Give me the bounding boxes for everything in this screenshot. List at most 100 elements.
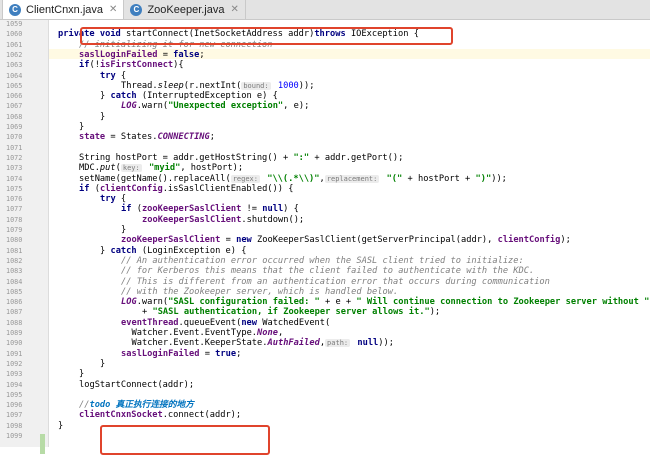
close-icon[interactable]: ✕ — [231, 4, 239, 15]
code-text: Thread.sleep(r.nextInt(bound: 1000)); — [121, 81, 314, 91]
code-line[interactable]: 1098} — [0, 421, 650, 431]
code-line[interactable]: 1081} catch (LoginException e) { — [0, 246, 650, 256]
code-text: } — [100, 359, 105, 369]
close-icon[interactable]: ✕ — [109, 4, 117, 15]
code-token: , — [319, 173, 325, 184]
code-line[interactable]: 1076 try { — [0, 194, 650, 204]
code-token: zooKeeperSaslClient — [142, 214, 242, 225]
highlight-box-startconnect — [80, 27, 453, 45]
code-token: Watcher.Event.KeeperState. — [131, 338, 268, 349]
code-token: ; — [236, 348, 242, 359]
code-line[interactable]: 1091 saslLoginFailed = true; — [0, 349, 650, 359]
code-token: + hostPort + — [402, 173, 476, 184]
code-token: LOG — [121, 101, 137, 112]
line-number: 1099 — [6, 432, 23, 440]
code-line[interactable]: 1097 clientCnxnSocket.connect(addr); — [0, 410, 650, 420]
line-number: 1060 — [6, 30, 23, 39]
code-line[interactable]: 1073 MDC.put(key: "myid", hostPort); — [0, 163, 650, 173]
code-line[interactable]: 1096 //todo 真正执行连接的地方 — [0, 400, 650, 410]
code-line[interactable]: 1067 LOG.warn("Unexpected exception", e); — [0, 101, 650, 111]
code-line[interactable]: 1074 setName(getName().replaceAll(regex: … — [0, 174, 650, 184]
code-token: // An authentication error occurred when… — [121, 255, 524, 266]
code-text: } — [121, 225, 126, 235]
code-token: put — [99, 163, 116, 174]
code-text: setName(getName().replaceAll(regex: "\\(… — [79, 174, 507, 184]
code-text: zooKeeperSaslClient = new ZooKeeperSaslC… — [121, 235, 571, 245]
line-number: 1072 — [6, 153, 23, 162]
code-token: try — [100, 70, 116, 81]
code-token: // — [79, 400, 90, 411]
code-token: (LoginException e) { — [136, 245, 247, 256]
code-token: if — [79, 183, 90, 194]
code-line[interactable]: 1099 — [0, 431, 650, 441]
line-number: 1085 — [6, 287, 23, 296]
code-token: ){ — [173, 60, 184, 71]
code-line[interactable]: 1078 zooKeeperSaslClient.shutdown(); — [0, 215, 650, 225]
code-line[interactable]: 1082 // An authentication error occurred … — [0, 256, 650, 266]
code-line[interactable]: 1065 Thread.sleep(r.nextInt(bound: 1000))… — [0, 81, 650, 91]
code-line[interactable]: 1085 // with the Zookeeper server, which … — [0, 287, 650, 297]
code-token: "(" — [386, 173, 403, 184]
code-token: + addr.getPort(); — [309, 152, 404, 163]
code-line[interactable]: 1084 // This is different from an authent… — [0, 277, 650, 287]
code-text: try { — [100, 194, 126, 204]
highlight-box-connect — [100, 425, 270, 455]
code-editor[interactable]: 1059 1060 private void startConnect(InetSo… — [0, 20, 650, 455]
code-token: } — [79, 369, 85, 380]
code-text: state = States.CONNECTING; — [79, 132, 215, 142]
code-token: , — [277, 328, 284, 338]
code-line[interactable]: 1063 if(!isFirstConnect){ — [0, 60, 650, 70]
code-line[interactable]: 1088 eventThread.queueEvent(new WatchedEv… — [0, 318, 650, 328]
code-line[interactable]: 1087 + "SASL authentication, if Zookeeper… — [0, 307, 650, 317]
code-line[interactable]: 1069} — [0, 122, 650, 132]
code-token: } — [79, 122, 85, 132]
code-token: ) { — [283, 204, 299, 215]
code-token: } — [100, 245, 111, 256]
code-text: LOG.warn("Unexpected exception", e); — [121, 101, 309, 111]
code-line[interactable]: 1090 Watcher.Event.KeeperState.AuthFailed… — [0, 338, 650, 348]
line-number: 1063 — [6, 61, 23, 70]
code-line[interactable]: 1070 state = States.CONNECTING; — [0, 132, 650, 142]
line-number: 1096 — [6, 401, 23, 410]
code-line[interactable]: 1077 if (zooKeeperSaslClient != null) { — [0, 204, 650, 214]
parameter-hint: key: — [120, 164, 142, 173]
code-line[interactable]: 1068} — [0, 112, 650, 122]
code-line[interactable]: 1089 Watcher.Event.EventType.None, — [0, 328, 650, 338]
parameter-hint: bound: — [241, 81, 271, 90]
code-text: Watcher.Event.EventType.None, — [132, 328, 284, 338]
code-token: 真正执行连接的地方 — [110, 400, 194, 411]
code-line[interactable]: 1092} — [0, 359, 650, 369]
tab-clientcnxn[interactable]: C ClientCnxn.java ✕ — [2, 0, 125, 19]
code-line[interactable]: 1079} — [0, 225, 650, 235]
code-token: "Unexpected exception" — [168, 101, 284, 112]
code-line[interactable]: 1064 try { — [0, 71, 650, 81]
tab-zookeeper[interactable]: C ZooKeeper.java ✕ — [124, 0, 246, 19]
code-token: if — [79, 60, 90, 71]
code-line[interactable]: 1094 logStartConnect(addr); — [0, 380, 650, 390]
line-number: 1084 — [6, 277, 23, 286]
code-line[interactable]: 1066} catch (InterruptedException e) { — [0, 91, 650, 101]
code-line[interactable]: 1071 — [0, 143, 650, 153]
code-line[interactable]: 1095 — [0, 390, 650, 400]
code-line[interactable]: 1083 // for Kerberos this means that the … — [0, 266, 650, 276]
code-token: Thread. — [121, 80, 158, 91]
code-text: zooKeeperSaslClient.shutdown(); — [142, 215, 304, 225]
code-line[interactable]: 1086 LOG.warn("SASL configuration failed:… — [0, 297, 650, 307]
code-line[interactable]: 1072 String hostPort = addr.getHostString… — [0, 153, 650, 163]
line-number: 1088 — [6, 318, 23, 327]
code-line[interactable]: 1075 if (clientConfig.isSaslClientEnabled… — [0, 184, 650, 194]
code-line[interactable]: 1093} — [0, 369, 650, 379]
code-text: if (clientConfig.isSaslClientEnabled()) … — [79, 184, 293, 194]
code-token: ZooKeeperSaslClient(getServerPrincipal(a… — [251, 235, 498, 246]
line-number: 1066 — [6, 92, 23, 101]
vcs-change-marker — [40, 434, 45, 444]
line-number: 1090 — [6, 339, 23, 348]
code-text: } — [79, 369, 84, 379]
code-token: ":" — [293, 152, 310, 163]
code-token: true — [215, 348, 237, 359]
code-token: (InterruptedException e) { — [136, 91, 278, 102]
code-line[interactable]: 1062 saslLoginFailed = false; — [0, 50, 650, 60]
parameter-hint: path: — [325, 339, 351, 348]
code-token: .warn( — [136, 101, 169, 112]
code-line[interactable]: 1080 zooKeeperSaslClient = new ZooKeeperS… — [0, 235, 650, 245]
